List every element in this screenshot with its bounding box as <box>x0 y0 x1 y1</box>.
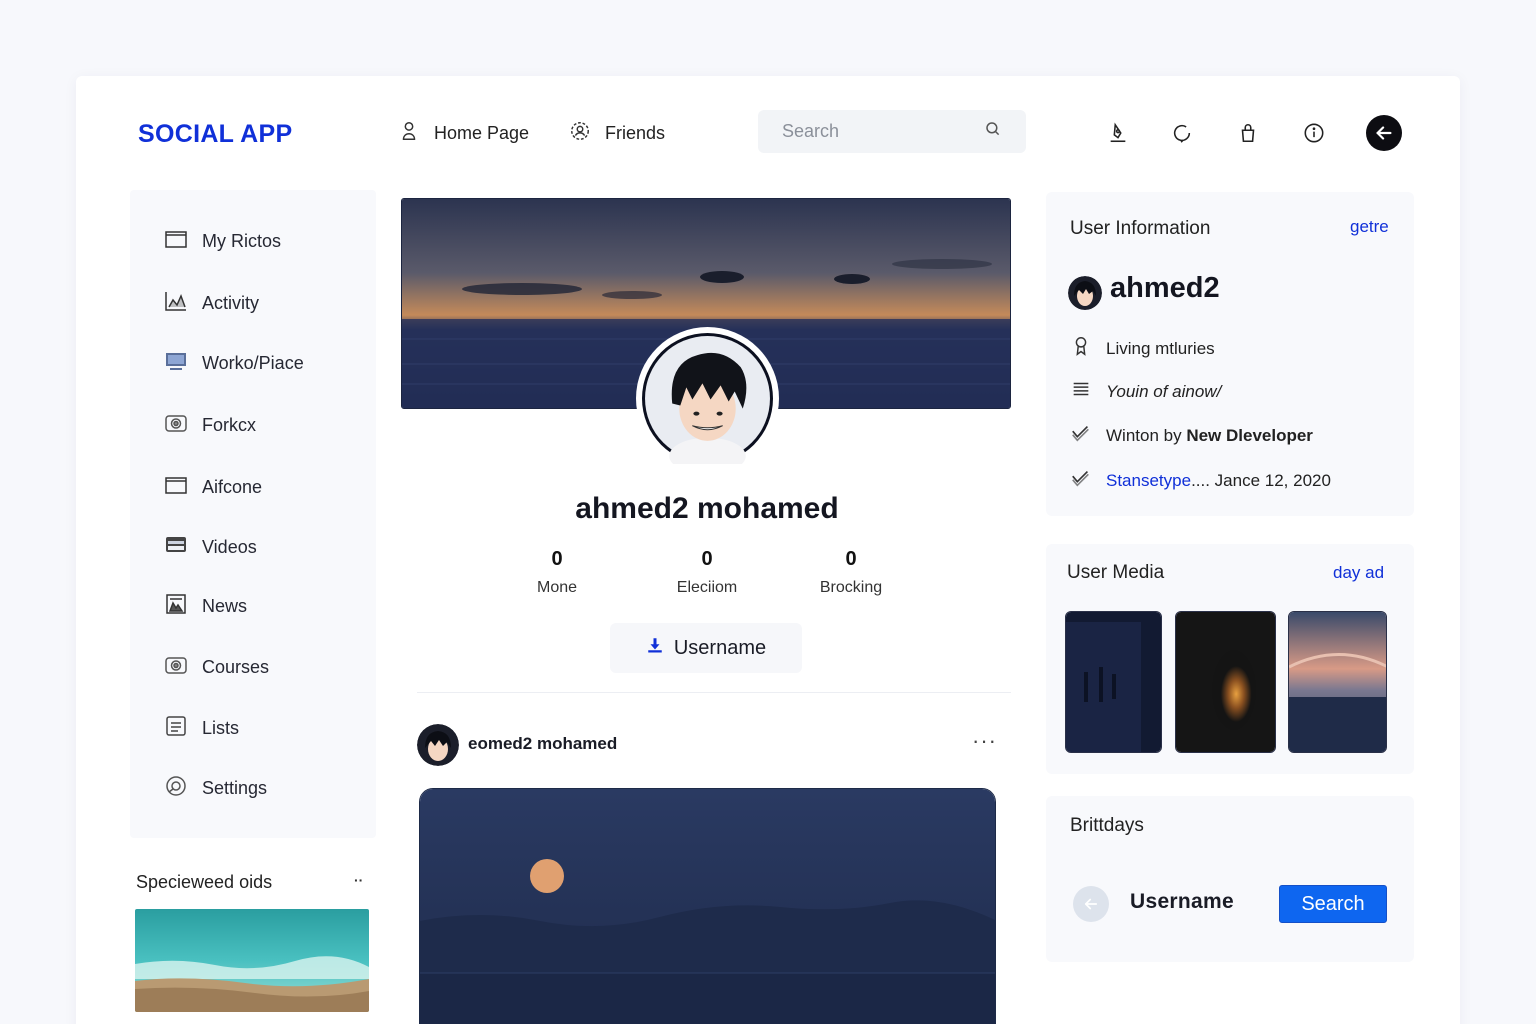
sidebar-item-aifcone[interactable]: Aifcone <box>164 474 262 501</box>
search-icon[interactable] <box>984 120 1002 143</box>
divider <box>417 692 1011 693</box>
info-row-stansetype: Stansetype.... Jance 12, 2020 <box>1070 467 1331 494</box>
video-icon <box>164 534 188 561</box>
lines-icon <box>1070 378 1092 405</box>
info-row-youin: Youin of ainow/ <box>1070 378 1221 405</box>
suggested-image[interactable] <box>135 909 369 1012</box>
suggested-more-button[interactable]: ·· <box>354 872 363 888</box>
user-info-avatar[interactable] <box>1068 276 1102 310</box>
sidebar-item-label: Forkcx <box>202 415 256 435</box>
sidebar-item-videos[interactable]: Videos <box>164 534 257 561</box>
news-icon <box>164 593 188 620</box>
media-thumb-2[interactable] <box>1175 611 1276 753</box>
chat-bubble-icon[interactable] <box>1167 118 1197 148</box>
birthday-avatar-icon[interactable] <box>1073 886 1109 922</box>
sidebar-item-label: Activity <box>202 293 260 313</box>
birthday-search-button[interactable]: Search <box>1279 885 1387 923</box>
stat-value: 0 <box>551 548 563 570</box>
info-row-living: Living mtluries <box>1070 335 1215 362</box>
folder-icon <box>164 474 188 501</box>
sidebar-item-label: Settings <box>202 778 268 798</box>
user-media-link[interactable]: day ad <box>1333 563 1384 583</box>
nav-friends[interactable]: Friends <box>569 120 665 147</box>
sidebar-item-workplace[interactable]: Worko/Piace <box>164 350 304 377</box>
sidebar-item-label: News <box>202 596 248 616</box>
chart-icon <box>164 290 188 317</box>
info-text: Living mtluries <box>1106 338 1215 358</box>
media-thumb-3[interactable] <box>1288 611 1387 753</box>
info-icon[interactable] <box>1299 118 1329 148</box>
sidebar-item-label: My Rictos <box>202 231 282 251</box>
birthdays-title: Brittdays <box>1070 815 1144 836</box>
info-text-bold: New Dleveloper <box>1186 425 1313 445</box>
nav-friends-label: Friends <box>605 123 666 143</box>
username-button[interactable]: Username <box>610 623 802 673</box>
user-info-link[interactable]: getre <box>1350 217 1389 237</box>
search-input[interactable]: Search <box>758 110 1026 153</box>
folder-icon <box>164 228 188 255</box>
camera-icon <box>164 412 188 439</box>
post-author-name[interactable]: eomed2 mohamed <box>468 734 617 754</box>
info-text: Winton by <box>1106 425 1187 445</box>
nav-home[interactable]: Home Page <box>398 120 529 147</box>
stat-brocking[interactable]: 0 Brocking <box>781 548 921 597</box>
camera-icon <box>164 654 188 681</box>
user-info-name: ahmed2 <box>1110 272 1220 304</box>
post-author-avatar[interactable] <box>417 724 459 766</box>
stat-value: 0 <box>845 548 857 570</box>
sidebar-item-news[interactable]: News <box>164 593 247 620</box>
profile-name: ahmed2 mohamed <box>575 492 839 525</box>
back-arrow-icon[interactable] <box>1366 115 1402 151</box>
user-info-title: User Information <box>1070 218 1211 239</box>
list-icon <box>164 715 188 742</box>
sidebar-item-label: Videos <box>202 537 257 557</box>
user-media-title: User Media <box>1067 562 1165 583</box>
sidebar-item-label: Worko/Piace <box>202 353 304 373</box>
sidebar-item-forkcx[interactable]: Forkcx <box>164 412 256 439</box>
stat-mone[interactable]: 0 Mone <box>487 548 627 597</box>
pen-user-icon[interactable] <box>1103 118 1133 148</box>
location-icon <box>1070 335 1092 362</box>
info-text: Youin of ainow/ <box>1106 381 1222 401</box>
profile-avatar[interactable] <box>636 327 779 475</box>
sidebar-item-label: Lists <box>202 718 240 738</box>
check-icon <box>1070 467 1092 494</box>
nav-home-label: Home Page <box>434 123 530 143</box>
info-link[interactable]: Stansetype <box>1106 471 1191 490</box>
info-text: .... Jance 12, 2020 <box>1191 470 1331 490</box>
sidebar-item-courses[interactable]: Courses <box>164 654 269 681</box>
sidebar-item-my-rictos[interactable]: My Rictos <box>164 228 281 255</box>
stat-label: Mone <box>536 579 578 596</box>
left-sidebar: My Rictos Activity Worko/Piace Forkcx Ai… <box>130 190 376 838</box>
info-row-winton: Winton by New Dleveloper <box>1070 422 1313 449</box>
sidebar-item-label: Courses <box>202 657 270 677</box>
stat-eleciiom[interactable]: 0 Eleciiom <box>637 548 777 597</box>
download-icon <box>646 636 664 660</box>
monitor-icon <box>164 350 188 377</box>
media-thumb-1[interactable] <box>1065 611 1162 753</box>
stat-label: Brocking <box>819 579 883 596</box>
user-icon <box>398 120 420 147</box>
app-logo[interactable]: SOCIAL APP <box>138 120 292 149</box>
search-placeholder: Search <box>782 121 840 141</box>
username-button-label: Username <box>673 636 767 659</box>
check-icon <box>1070 422 1092 449</box>
sidebar-item-label: Aifcone <box>202 477 263 497</box>
friends-icon <box>569 120 591 147</box>
post-image[interactable] <box>419 788 996 1024</box>
stat-label: Eleciiom <box>676 579 738 596</box>
stat-value: 0 <box>701 548 713 570</box>
sidebar-item-settings[interactable]: Settings <box>164 775 267 802</box>
settings-icon <box>164 775 188 802</box>
suggested-title: Specieweed oids <box>136 872 273 892</box>
post-more-button[interactable]: ··· <box>972 728 997 754</box>
bag-icon[interactable] <box>1233 118 1263 148</box>
sidebar-item-lists[interactable]: Lists <box>164 715 239 742</box>
sidebar-item-activity[interactable]: Activity <box>164 290 259 317</box>
birthday-username[interactable]: Username <box>1130 890 1234 914</box>
